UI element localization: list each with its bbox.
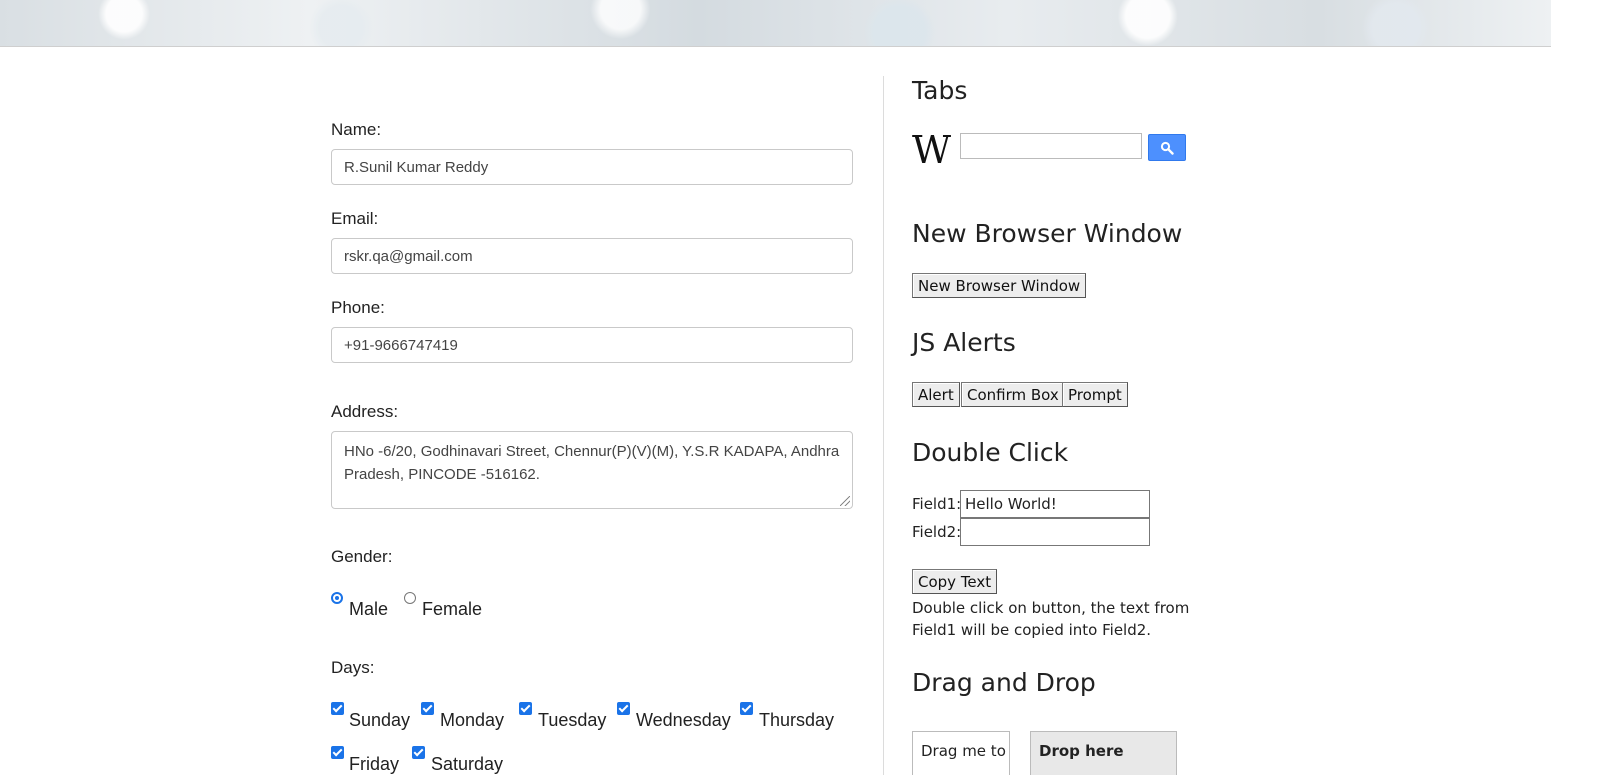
day-sunday-checkbox[interactable] bbox=[331, 702, 344, 715]
tabs-heading: Tabs bbox=[912, 76, 968, 105]
day-monday-label: Monday bbox=[440, 710, 505, 730]
day-saturday-label: Saturday bbox=[431, 754, 504, 774]
day-tuesday-checkbox[interactable] bbox=[519, 702, 532, 715]
field1-label: Field1: bbox=[912, 495, 962, 513]
field2-label: Field2: bbox=[912, 523, 962, 541]
address-text: HNo -6/20, Godhinavari Street, Chennur(P… bbox=[344, 443, 840, 483]
name-input[interactable]: R.Sunil Kumar Reddy bbox=[331, 149, 853, 185]
day-saturday-checkbox[interactable] bbox=[412, 746, 425, 759]
prompt-button[interactable]: Prompt bbox=[1062, 382, 1128, 407]
double-click-note: Double click on button, the text from Fi… bbox=[912, 599, 1190, 639]
header-banner bbox=[0, 0, 1551, 47]
day-sunday-label: Sunday bbox=[349, 710, 411, 730]
address-label: Address: bbox=[331, 402, 399, 421]
phone-label: Phone: bbox=[331, 298, 385, 317]
day-thursday-checkbox[interactable] bbox=[740, 702, 753, 715]
copy-text-button[interactable]: Copy Text bbox=[912, 569, 998, 594]
phone-input[interactable]: +91-9666747419 bbox=[331, 327, 853, 363]
new-browser-window-button[interactable]: New Browser Window bbox=[912, 273, 1087, 298]
gender-male-radio[interactable] bbox=[331, 592, 343, 604]
gender-label: Gender: bbox=[331, 547, 393, 566]
wikipedia-search-input[interactable] bbox=[960, 133, 1142, 159]
gender-female-label: Female bbox=[422, 599, 483, 619]
days-label: Days: bbox=[331, 658, 375, 677]
email-input[interactable]: rskr.qa@gmail.com bbox=[331, 238, 853, 274]
draggable-box[interactable]: Drag me to bbox=[912, 731, 1010, 775]
gender-female-radio[interactable] bbox=[404, 592, 416, 604]
field2-input[interactable] bbox=[960, 518, 1150, 546]
email-label: Email: bbox=[331, 209, 379, 228]
day-thursday-label: Thursday bbox=[759, 710, 835, 730]
gender-male-label: Male bbox=[349, 599, 389, 619]
day-friday-label: Friday bbox=[349, 754, 400, 774]
drag-and-drop-heading: Drag and Drop bbox=[912, 668, 1096, 697]
confirm-box-button[interactable]: Confirm Box bbox=[961, 382, 1065, 407]
new-browser-window-heading: New Browser Window bbox=[912, 219, 1183, 248]
resize-grip-icon[interactable] bbox=[840, 496, 850, 506]
day-friday-checkbox[interactable] bbox=[331, 746, 344, 759]
wikipedia-search-button[interactable] bbox=[1148, 134, 1186, 161]
address-textarea[interactable]: HNo -6/20, Godhinavari Street, Chennur(P… bbox=[331, 431, 853, 509]
day-wednesday-label: Wednesday bbox=[636, 710, 731, 730]
double-click-heading: Double Click bbox=[912, 438, 1069, 467]
column-divider bbox=[883, 76, 884, 775]
wikipedia-logo-icon: W bbox=[912, 128, 951, 172]
day-monday-checkbox[interactable] bbox=[421, 702, 434, 715]
drop-target-box[interactable]: Drop here bbox=[1030, 731, 1177, 775]
alert-button[interactable]: Alert bbox=[912, 382, 960, 407]
search-icon bbox=[1160, 141, 1174, 155]
js-alerts-heading: JS Alerts bbox=[912, 328, 1016, 357]
name-label: Name: bbox=[331, 120, 382, 139]
field1-input[interactable]: Hello World! bbox=[960, 490, 1150, 518]
day-wednesday-checkbox[interactable] bbox=[617, 702, 630, 715]
day-tuesday-label: Tuesday bbox=[538, 710, 607, 730]
